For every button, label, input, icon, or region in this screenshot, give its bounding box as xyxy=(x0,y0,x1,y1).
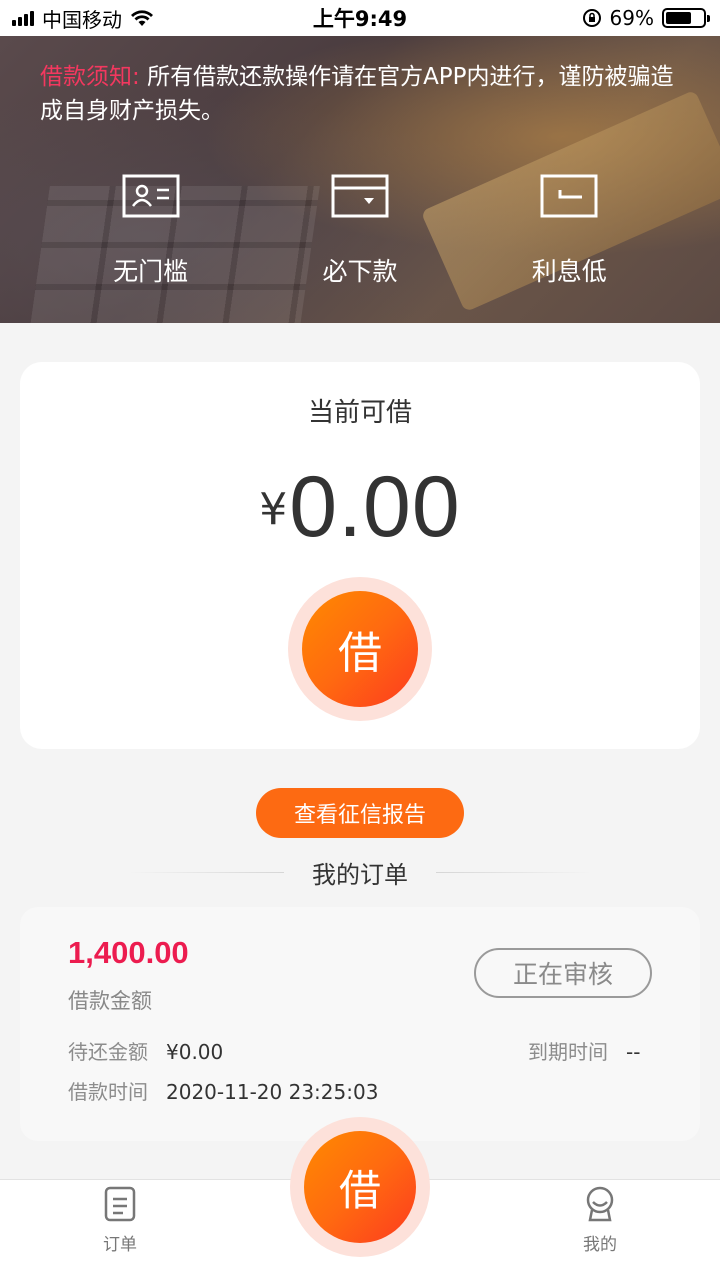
battery-level xyxy=(666,12,691,24)
borrow-button[interactable]: 借 xyxy=(302,591,418,707)
banner: 借款须知: 所有借款还款操作请在官方APP内进行，谨防被骗造成自身财产损失。 无… xyxy=(0,36,720,323)
divider-line xyxy=(436,871,592,873)
due-amount-row: 待还金额 ¥0.00 xyxy=(68,1036,223,1065)
feature-label: 必下款 xyxy=(322,257,398,286)
loan-notice: 借款须知: 所有借款还款操作请在官方APP内进行，谨防被骗造成自身财产损失。 xyxy=(40,60,690,128)
available-amount-value: 0.00 xyxy=(289,459,461,555)
battery-icon xyxy=(662,8,710,28)
wallet-icon xyxy=(331,174,389,218)
feature-label: 无门槛 xyxy=(113,257,189,286)
borrow-button-halo: 借 xyxy=(288,577,432,721)
battery-percent: 69% xyxy=(609,6,654,30)
orders-heading-text: 我的订单 xyxy=(312,860,408,889)
borrow-time-value: 2020-11-20 23:25:03 xyxy=(166,1080,379,1104)
feature-low-interest: 利息低 xyxy=(494,174,644,288)
feature-list: 无门槛 必下款 利息低 xyxy=(0,174,720,288)
order-amount-label: 借款金额 xyxy=(68,989,152,1013)
borrow-time-label: 借款时间 xyxy=(68,1080,148,1104)
profile-icon xyxy=(586,1186,614,1222)
status-right: 69% xyxy=(582,6,710,30)
notice-label: 借款须知: xyxy=(40,64,140,90)
nav-item-mine[interactable]: 我的 xyxy=(560,1186,640,1255)
available-amount: ¥0.00 xyxy=(20,458,700,557)
nav-borrow-button[interactable]: 借 xyxy=(304,1131,416,1243)
due-time-label: 到期时间 xyxy=(528,1040,608,1064)
feature-label: 利息低 xyxy=(531,257,607,286)
due-time-row: 到期时间 -- xyxy=(528,1036,640,1065)
feature-guaranteed: 必下款 xyxy=(285,174,435,288)
wifi-icon xyxy=(131,10,153,26)
due-amount-label: 待还金额 xyxy=(68,1040,148,1064)
status-bar: 中国移动 上午9:49 69% xyxy=(0,0,720,36)
rotation-lock-icon xyxy=(582,9,601,27)
available-loan-title: 当前可借 xyxy=(307,398,412,428)
id-card-icon xyxy=(122,174,180,218)
currency-symbol: ¥ xyxy=(259,484,288,535)
order-list-icon xyxy=(104,1186,136,1222)
order-status-badge: 正在审核 xyxy=(474,948,652,998)
nav-borrow-button-halo: 借 xyxy=(290,1117,430,1257)
borrow-time-row: 借款时间 2020-11-20 23:25:03 xyxy=(68,1076,378,1105)
nav-label-mine: 我的 xyxy=(583,1235,617,1255)
available-loan-card: 当前可借 ¥0.00 借 xyxy=(20,362,700,749)
credit-report-button[interactable]: 查看征信报告 xyxy=(256,788,464,838)
divider-line xyxy=(128,871,284,873)
carrier-name: 中国移动 xyxy=(42,7,122,32)
order-card[interactable]: 1,400.00 借款金额 正在审核 待还金额 ¥0.00 到期时间 -- 借款时间… xyxy=(20,907,700,1141)
nav-label-orders: 订单 xyxy=(103,1235,137,1255)
due-amount-value: ¥0.00 xyxy=(166,1040,224,1064)
feature-no-threshold: 无门槛 xyxy=(76,174,226,288)
nav-item-orders[interactable]: 订单 xyxy=(80,1186,160,1255)
card-return-icon xyxy=(540,174,598,218)
orders-heading: 我的订单 xyxy=(0,853,720,891)
status-left: 中国移动 xyxy=(12,4,154,33)
due-time-value: -- xyxy=(626,1040,641,1064)
order-amount: 1,400.00 xyxy=(68,935,189,970)
signal-icon xyxy=(12,10,34,26)
